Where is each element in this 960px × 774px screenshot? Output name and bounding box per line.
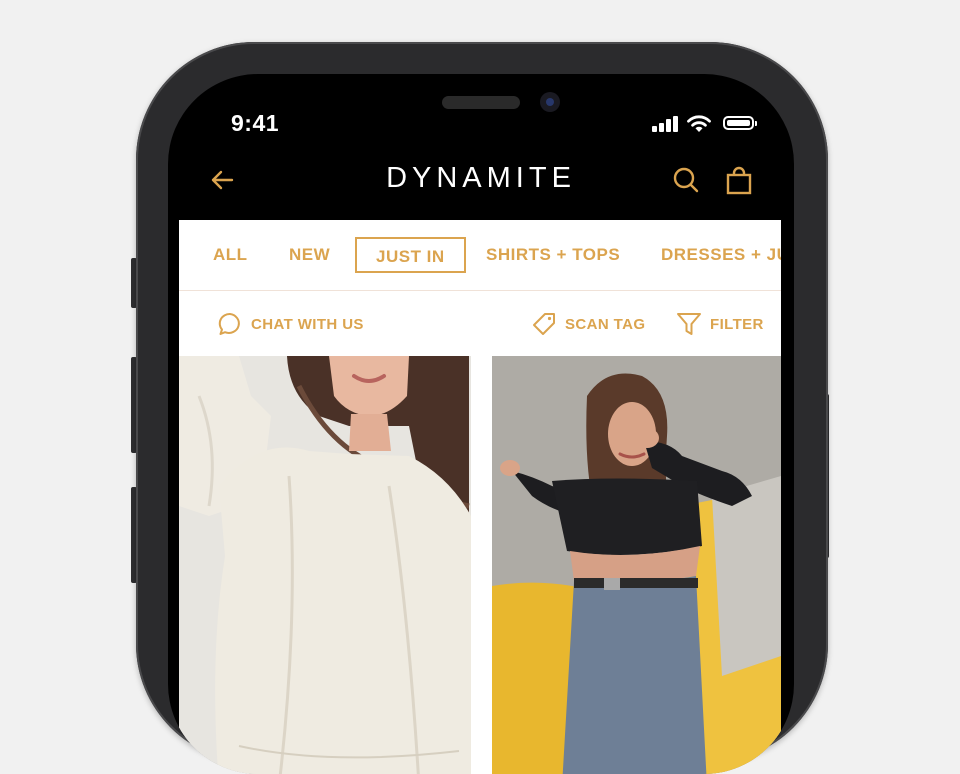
product-image-2: [492, 356, 781, 774]
filter-icon: [677, 313, 701, 335]
category-tabs: ALL NEW JUST IN SHIRTS + TOPS DRESSES + …: [179, 220, 781, 291]
main-content: ALL NEW JUST IN SHIRTS + TOPS DRESSES + …: [179, 220, 781, 774]
tab-dresses[interactable]: DRESSES + JU: [661, 237, 781, 273]
battery-icon: [723, 116, 757, 130]
tab-new[interactable]: NEW: [289, 237, 330, 273]
filter-label: FILTER: [710, 315, 764, 333]
tag-icon: [533, 313, 555, 335]
wifi-icon: [687, 115, 711, 132]
product-card-2[interactable]: [492, 356, 781, 774]
product-grid: [179, 356, 781, 774]
status-time: 9:41: [231, 110, 280, 136]
brand-logo[interactable]: DYNAMITE: [168, 162, 794, 195]
tab-just-in[interactable]: JUST IN: [355, 237, 466, 273]
shopping-bag-icon[interactable]: [724, 166, 754, 196]
front-camera: [540, 92, 560, 112]
cellular-signal-icon: [652, 114, 682, 134]
scan-tag-button[interactable]: SCAN TAG: [531, 304, 645, 344]
tab-shirts-tops[interactable]: SHIRTS + TOPS: [486, 237, 620, 273]
earpiece-speaker: [442, 96, 520, 109]
tab-all[interactable]: ALL: [213, 237, 248, 273]
product-card-1[interactable]: [179, 356, 471, 774]
scan-tag-label: SCAN TAG: [565, 315, 646, 333]
filter-button[interactable]: FILTER: [676, 304, 764, 344]
product-image-1: [179, 356, 471, 774]
chat-with-us-button[interactable]: CHAT WITH US: [217, 304, 364, 344]
chat-label: CHAT WITH US: [251, 315, 364, 333]
search-icon[interactable]: [672, 166, 700, 194]
phone-screen: 9:41 DYNAMITE ALL NEW JUST IN SHIRTS + T…: [168, 74, 794, 774]
chat-bubble-icon: [218, 312, 240, 335]
action-toolbar: CHAT WITH US SCAN TAG FILTER: [179, 304, 781, 344]
